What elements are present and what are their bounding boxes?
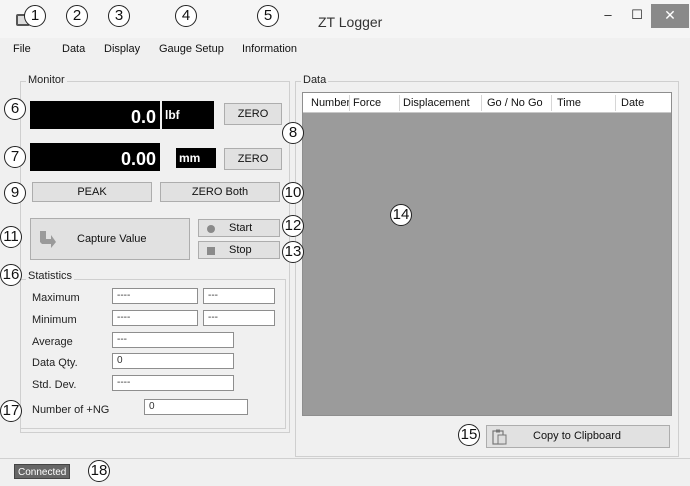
menu-display[interactable]: Display bbox=[104, 43, 140, 55]
peak-button[interactable]: PEAK bbox=[32, 182, 152, 202]
table-header: Number Force Displacement Go / No Go Tim… bbox=[303, 93, 671, 113]
column-time[interactable]: Time bbox=[557, 97, 581, 109]
monitor-label: Monitor bbox=[26, 74, 67, 86]
force-readout: 0.0 bbox=[30, 101, 160, 129]
stop-button[interactable]: Stop bbox=[198, 241, 280, 259]
force-value: 0.0 bbox=[130, 107, 156, 127]
zero-both-button[interactable]: ZERO Both bbox=[160, 182, 280, 202]
capture-value-button[interactable]: Capture Value bbox=[30, 218, 190, 260]
start-button[interactable]: Start bbox=[198, 219, 280, 237]
copy-to-clipboard-label: Copy to Clipboard bbox=[533, 430, 622, 442]
callout-11: 11 bbox=[0, 226, 22, 248]
capture-arrow-icon bbox=[40, 231, 56, 248]
column-force[interactable]: Force bbox=[353, 97, 381, 109]
average-field: --- bbox=[112, 332, 234, 348]
column-separator bbox=[349, 95, 350, 111]
title-bar: ZT Logger – ☐ ✕ bbox=[0, 0, 690, 38]
data-qty-field: 0 bbox=[112, 353, 234, 369]
callout-7: 7 bbox=[4, 146, 26, 168]
data-label: Data bbox=[301, 74, 329, 86]
maximize-button[interactable]: ☐ bbox=[620, 4, 654, 28]
callout-2: 2 bbox=[66, 5, 88, 27]
minimum-label: Minimum bbox=[32, 314, 77, 326]
column-separator bbox=[551, 95, 552, 111]
menu-information[interactable]: Information bbox=[242, 43, 297, 55]
number-ng-label: Number of +NG bbox=[32, 404, 110, 416]
displacement-unit: mm bbox=[176, 148, 216, 168]
displacement-value: 0.00 bbox=[120, 149, 156, 169]
average-label: Average bbox=[32, 336, 73, 348]
app-window: ZT Logger – ☐ ✕ File Data Display Gauge … bbox=[0, 0, 690, 486]
column-date[interactable]: Date bbox=[621, 97, 644, 109]
maximum-force-field: ---- bbox=[112, 288, 198, 304]
data-table[interactable]: Number Force Displacement Go / No Go Tim… bbox=[302, 92, 672, 416]
start-dot-icon bbox=[207, 225, 215, 233]
callout-3: 3 bbox=[108, 5, 130, 27]
column-separator bbox=[615, 95, 616, 111]
force-unit: lbf bbox=[162, 101, 214, 129]
callout-4: 4 bbox=[175, 5, 197, 27]
menu-data[interactable]: Data bbox=[62, 43, 85, 55]
menu-gauge-setup[interactable]: Gauge Setup bbox=[159, 43, 224, 55]
callout-1: 1 bbox=[24, 5, 46, 27]
minimum-force-field: ---- bbox=[112, 310, 198, 326]
column-separator bbox=[399, 95, 400, 111]
clipboard-icon bbox=[492, 429, 507, 445]
callout-6: 6 bbox=[4, 98, 26, 120]
force-zero-button[interactable]: ZERO bbox=[224, 103, 282, 125]
number-ng-field: 0 bbox=[144, 399, 248, 415]
callout-12: 12 bbox=[282, 215, 304, 237]
callout-18: 18 bbox=[88, 460, 110, 482]
callout-14: 14 bbox=[390, 204, 412, 226]
callout-9: 9 bbox=[4, 182, 26, 204]
callout-10: 10 bbox=[282, 182, 304, 204]
column-number[interactable]: Number bbox=[311, 97, 350, 109]
window-title: ZT Logger bbox=[318, 14, 383, 30]
callout-8: 8 bbox=[282, 122, 304, 144]
callout-5: 5 bbox=[257, 5, 279, 27]
displacement-readout: 0.00 bbox=[30, 143, 160, 171]
menu-bar: File Data Display Gauge Setup Informatio… bbox=[0, 38, 690, 62]
maximum-label: Maximum bbox=[32, 292, 80, 304]
std-dev-field: ---- bbox=[112, 375, 234, 391]
callout-16: 16 bbox=[0, 264, 22, 286]
copy-to-clipboard-button[interactable]: Copy to Clipboard bbox=[486, 425, 670, 448]
displacement-zero-button[interactable]: ZERO bbox=[224, 148, 282, 170]
column-separator bbox=[481, 95, 482, 111]
start-label: Start bbox=[229, 222, 253, 234]
connection-status-badge: Connected bbox=[14, 464, 71, 479]
column-displacement[interactable]: Displacement bbox=[403, 97, 470, 109]
minimum-displacement-field: --- bbox=[203, 310, 275, 326]
callout-13: 13 bbox=[282, 241, 304, 263]
close-button[interactable]: ✕ bbox=[651, 4, 689, 28]
data-qty-label: Data Qty. bbox=[32, 357, 78, 369]
column-go-no-go[interactable]: Go / No Go bbox=[487, 97, 543, 109]
std-dev-label: Std. Dev. bbox=[32, 379, 77, 391]
maximum-displacement-field: --- bbox=[203, 288, 275, 304]
menu-file[interactable]: File bbox=[13, 43, 31, 55]
callout-15: 15 bbox=[458, 424, 480, 446]
capture-value-label: Capture Value bbox=[77, 233, 147, 245]
stop-square-icon bbox=[207, 247, 215, 255]
stop-label: Stop bbox=[229, 244, 252, 256]
callout-17: 17 bbox=[0, 400, 22, 422]
statistics-label: Statistics bbox=[26, 270, 75, 282]
